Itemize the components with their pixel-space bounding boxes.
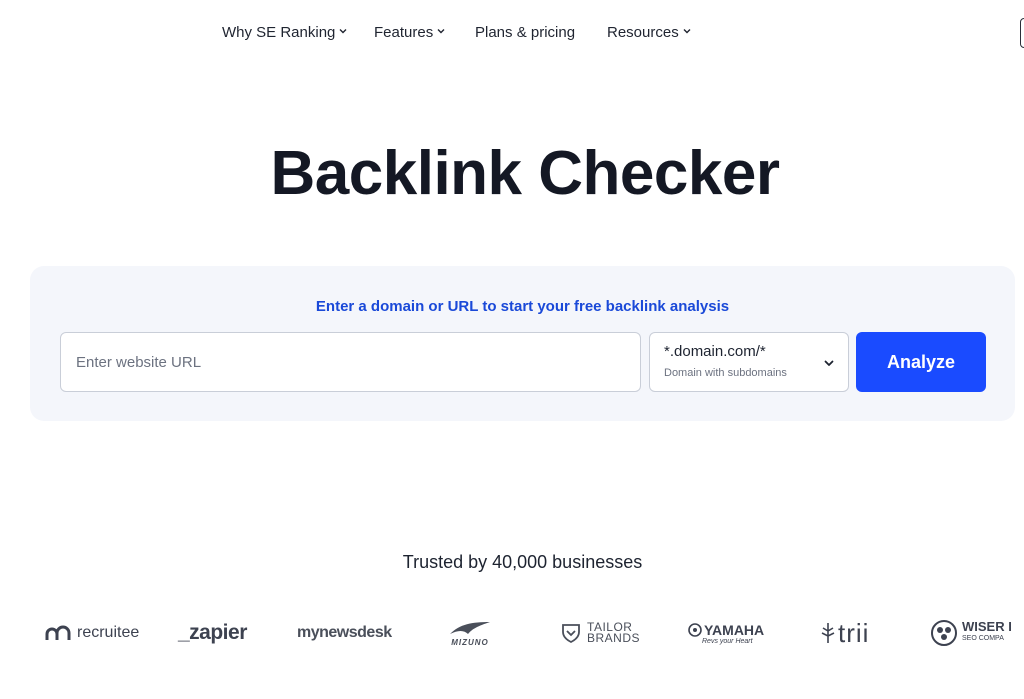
scope-dropdown[interactable]: *.domain.com/* Domain with subdomains <box>649 332 849 392</box>
trusted-heading: Trusted by 40,000 businesses <box>402 552 643 572</box>
chevron-down-icon <box>823 356 835 368</box>
chevron-down-icon <box>339 27 347 35</box>
url-input[interactable] <box>60 332 641 392</box>
scope-selected-value: *.domain.com/* <box>664 343 766 360</box>
header-button-partial[interactable] <box>1020 18 1024 48</box>
chevron-down-icon <box>683 27 691 35</box>
yamaha-tuning-forks-icon <box>688 622 702 637</box>
mizuno-logo: MIZUNO <box>446 610 494 656</box>
nav-item-label: Why SE Ranking <box>222 24 336 41</box>
wiser-logo-text-line2: SEO COMPA <box>962 635 1004 642</box>
wiser-brain-icon <box>930 619 958 647</box>
scope-description: Domain with subdomains <box>664 367 787 379</box>
search-panel: Enter a domain or URL to start your free… <box>30 266 1015 421</box>
mizuno-runbird-icon <box>446 620 494 638</box>
nav-why-se-ranking[interactable]: Why SE Ranking <box>222 22 347 44</box>
wiser-logo: WISER I SEO COMPA <box>930 610 1012 656</box>
chevron-down-icon <box>437 27 445 35</box>
trii-logo-text: trii <box>838 617 870 648</box>
nav-features[interactable]: Features <box>374 22 445 44</box>
nav-item-label: Features <box>374 24 434 41</box>
tailor-brands-text-line2: BRANDS <box>587 631 641 645</box>
recruitee-logo-icon <box>45 625 73 641</box>
trii-logo: trii <box>820 610 869 656</box>
trii-tree-icon <box>820 622 836 644</box>
zapier-logo-text: _zapier <box>178 621 247 644</box>
zapier-logo: _zapier <box>178 610 247 656</box>
yamaha-tagline: Revs your Heart <box>702 637 753 645</box>
analyze-button[interactable]: Analyze <box>856 332 986 392</box>
mynewsdesk-logo: mynewsdesk <box>297 610 392 656</box>
tailor-brands-shield-icon <box>560 622 582 644</box>
wiser-logo-text-line1: WISER I <box>962 619 1012 634</box>
nav-resources[interactable]: Resources <box>607 22 691 44</box>
yamaha-logo: YAMAHA Revs your Heart <box>688 610 764 656</box>
page-title: Backlink Checker <box>270 139 780 208</box>
search-caption: Enter a domain or URL to start your free… <box>315 298 730 315</box>
nav-plans-pricing[interactable]: Plans & pricing <box>475 22 575 44</box>
mynewsdesk-logo-text: mynewsdesk <box>297 624 392 641</box>
top-nav: Why SE Ranking Features Plans & pricing … <box>0 0 1024 64</box>
mizuno-logo-text: MIZUNO <box>451 637 489 647</box>
client-logos: recruitee _zapier mynewsdesk MIZUNO TAIL… <box>0 610 1024 660</box>
nav-item-label: Plans & pricing <box>475 24 576 41</box>
recruitee-logo-text: recruitee <box>77 624 140 641</box>
tailor-brands-logo: TAILOR BRANDS <box>560 610 640 656</box>
yamaha-logo-text: YAMAHA <box>704 621 765 638</box>
nav-item-label: Resources <box>607 24 679 41</box>
recruitee-logo: recruitee <box>45 610 139 656</box>
